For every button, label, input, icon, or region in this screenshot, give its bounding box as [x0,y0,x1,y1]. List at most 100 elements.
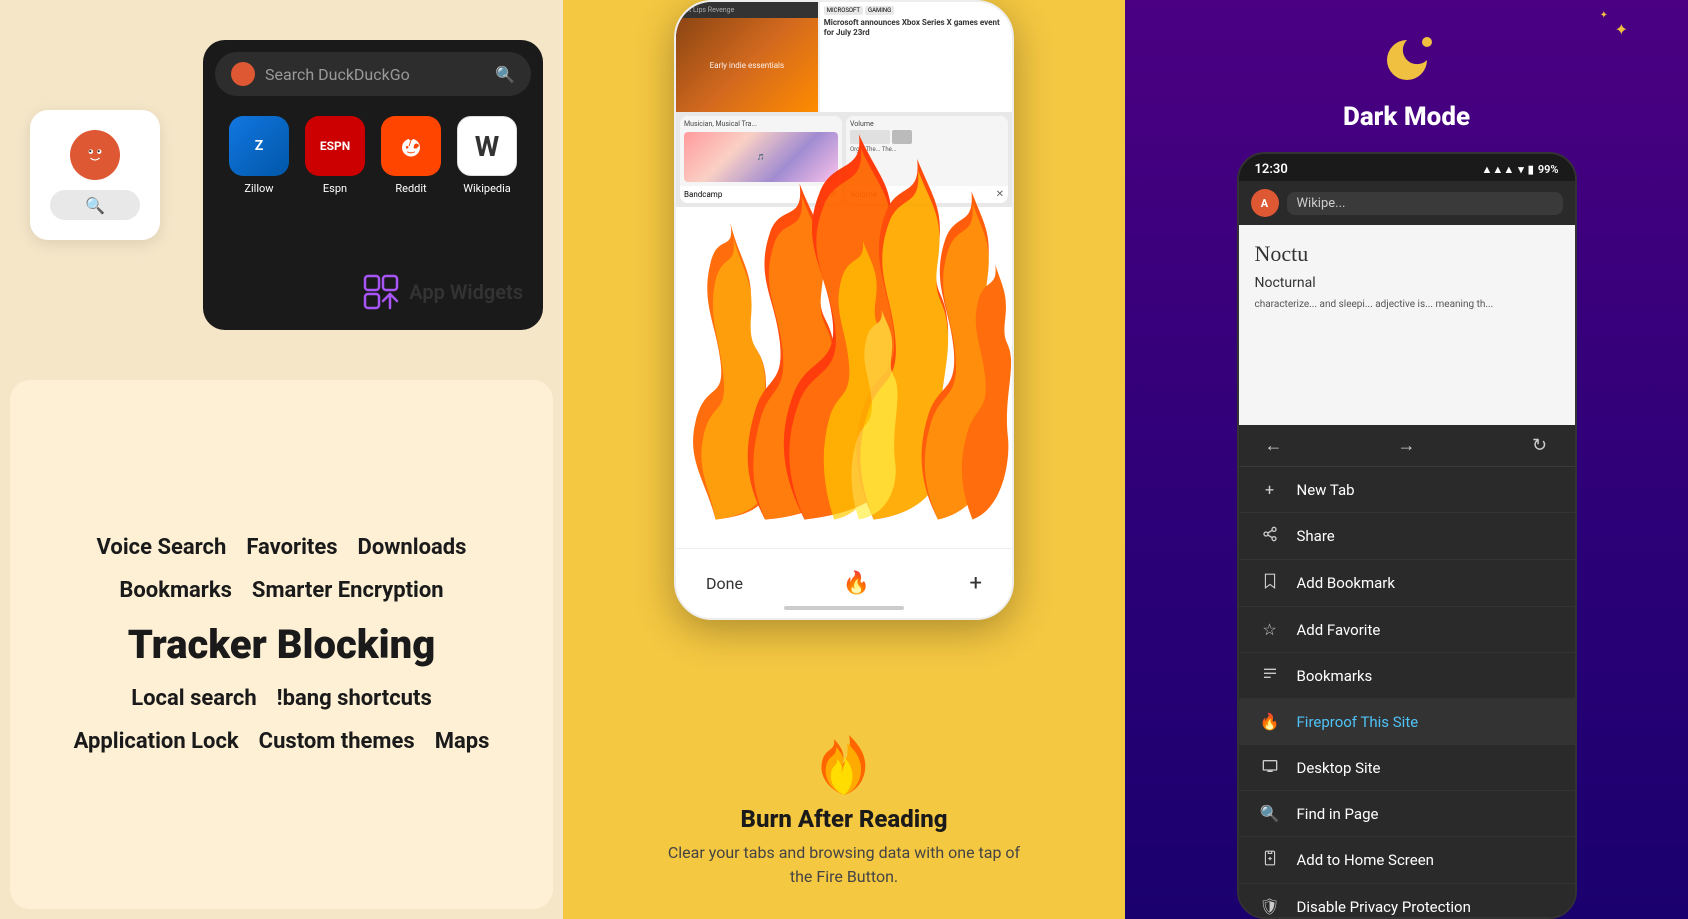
battery-icon: ▮ [1528,163,1534,176]
url-bar[interactable]: Wikipe... [1287,192,1563,215]
search-icon: 🔍 [495,65,515,84]
menu-item-add-bookmark[interactable]: Add Bookmark [1239,560,1575,607]
menu-item-fireproof[interactable]: 🔥 Fireproof This Site [1239,699,1575,745]
back-icon[interactable]: ← [1259,435,1289,456]
feature-tracker-blocking: Tracker Blocking [128,621,436,668]
menu-item-desktop-site[interactable]: Desktop Site [1239,745,1575,791]
menu-item-add-home-screen[interactable]: Add to Home Screen [1239,837,1575,884]
reddit-label: Reddit [395,182,426,195]
burn-section: Burn After Reading Clear your tabs and b… [563,727,1125,889]
feature-row-4: Local search !bang shortcuts [131,686,432,711]
zillow-icon: Z [229,116,289,176]
phone-dark-mockup: 12:30 ▲▲▲ ▾ ▮ 99% A Wikipe... Noctu Noct… [1237,152,1577,919]
find-label: Find in Page [1297,805,1379,823]
new-tab-menu-label: New Tab [1297,481,1355,499]
ddg-avatar: A [1251,189,1279,217]
feature-row-2: Bookmarks Smarter Encryption [119,578,443,603]
burn-title-text: Burn After Reading [741,805,948,833]
search-bar[interactable]: Search DuckDuckGo 🔍 [215,52,531,96]
desktop-site-label: Desktop Site [1297,759,1381,777]
features-section: Voice Search Favorites Downloads Bookmar… [10,380,553,909]
ddg-logo-search [231,62,255,86]
feature-maps: Maps [435,729,490,754]
wifi-icon: ▾ [1518,163,1524,176]
music-card-image: Early indie essentials [676,18,818,112]
menu-item-share[interactable]: Share [1239,513,1575,560]
star-icon-2: ✦ [1600,10,1608,21]
left-panel: 🔍 Search DuckDuckGo 🔍 Z Zillow [0,0,563,919]
fire-button[interactable]: 🔥 [843,571,870,596]
browser-toolbar: A Wikipe... [1239,181,1575,225]
music-card: Hot Lips Revenge Early indie essentials [676,2,818,112]
done-button[interactable]: Done [706,574,743,593]
flame-icon [814,727,874,797]
tab-volume[interactable]: Volume Org... The... The... Volume ✕ [846,116,1008,203]
zillow-label: Zillow [244,182,273,195]
home-indicator [784,606,904,610]
phone-screen-top: Hot Lips Revenge Early indie essentials … [676,2,1012,112]
menu-item-new-tab[interactable]: + New Tab [1239,467,1575,513]
app-icons-row: Z Zillow ESPN Espn [215,116,531,195]
forward-icon[interactable]: → [1392,435,1422,456]
dark-mode-header: Dark Mode [1343,30,1470,132]
menu-item-bookmarks[interactable]: Bookmarks [1239,653,1575,699]
bookmarks-icon [1259,666,1281,685]
menu-item-disable-privacy[interactable]: 🛡 Disable Privacy Protection [1239,884,1575,919]
tab-bandcamp-title: Bandcamp ✕ [680,186,842,203]
app-icon-espn[interactable]: ESPN Espn [305,116,365,195]
add-bookmark-label: Add Bookmark [1297,574,1395,592]
feature-downloads: Downloads [358,535,467,560]
feature-row-1: Voice Search Favorites Downloads [97,535,467,560]
app-icon-wikipedia[interactable]: W Wikipedia [457,116,517,195]
tab-bandcamp-preview: Musician, Musical Tra... 🎵 [680,116,842,186]
fireproof-label: Fireproof This Site [1297,713,1419,731]
signal-icon: ▲▲▲ [1482,163,1515,176]
espn-label: Espn [323,182,347,195]
menu-item-find-in-page[interactable]: 🔍 Find in Page [1239,791,1575,837]
reddit-icon [381,116,441,176]
menu-item-add-favorite[interactable]: ☆ Add Favorite [1239,607,1575,653]
reload-icon[interactable]: ↻ [1525,435,1555,456]
wiki-body-text: characterize... and sleepi... adjective … [1255,297,1559,312]
status-bar: 12:30 ▲▲▲ ▾ ▮ 99% [1239,154,1575,181]
battery-percent: 99% [1538,163,1559,176]
dark-mode-title-text: Dark Mode [1343,102,1470,132]
app-icon-zillow[interactable]: Z Zillow [229,116,289,195]
disable-privacy-label: Disable Privacy Protection [1297,898,1471,916]
right-panel: ✦ ✦ Dark Mode 12:30 ▲▲▲ ▾ ▮ 99% A Wikipe [1125,0,1688,919]
burn-description: Clear your tabs and browsing data with o… [664,841,1024,889]
middle-panel: Hot Lips Revenge Early indie essentials … [563,0,1125,919]
new-tab-button[interactable]: + [970,571,982,596]
phone-fire-mockup: Hot Lips Revenge Early indie essentials … [674,0,1014,620]
add-home-icon [1259,850,1281,870]
wikipedia-label: Wikipedia [463,182,511,195]
star-icon: ✦ [1615,20,1628,39]
tabs-row: Musician, Musical Tra... 🎵 Bandcamp ✕ Vo… [676,112,1012,207]
widget-card: 🔍 [30,110,160,240]
feature-bookmarks: Bookmarks [119,578,232,603]
feature-custom-themes: Custom themes [259,729,415,754]
feature-row-5: Application Lock Custom themes Maps [74,729,490,754]
page-content: Noctu Nocturnal characterize... and slee… [1239,225,1575,425]
widgets-section: 🔍 Search DuckDuckGo 🔍 Z Zillow [0,0,563,370]
feature-local-search: Local search [131,686,256,711]
feature-voice-search: Voice Search [97,535,227,560]
dropdown-menu: ← → ↻ + New Tab Share [1239,425,1575,919]
share-menu-label: Share [1297,527,1335,545]
bookmarks-label: Bookmarks [1297,667,1373,685]
news-card: MICROSOFT GAMING Microsoft announces Xbo… [820,2,1012,112]
status-time: 12:30 [1255,162,1288,177]
tab-bandcamp[interactable]: Musician, Musical Tra... 🎵 Bandcamp ✕ [680,116,842,203]
bookmark-icon [1259,573,1281,593]
feature-favorites: Favorites [246,535,337,560]
new-tab-menu-icon: + [1259,480,1281,499]
music-card-header: Hot Lips Revenge [676,2,818,18]
feature-row-3: Tracker Blocking [128,621,436,668]
app-icon-reddit[interactable]: Reddit [381,116,441,195]
tab-volume-preview: Volume Org... The... The... [846,116,1008,186]
stars-decoration: ✦ ✦ [1615,20,1628,39]
widget-search-pill[interactable]: 🔍 [50,190,140,220]
share-icon [1259,526,1281,546]
app-widgets-label-group: App Widgets [363,274,523,310]
desktop-site-icon [1259,758,1281,777]
